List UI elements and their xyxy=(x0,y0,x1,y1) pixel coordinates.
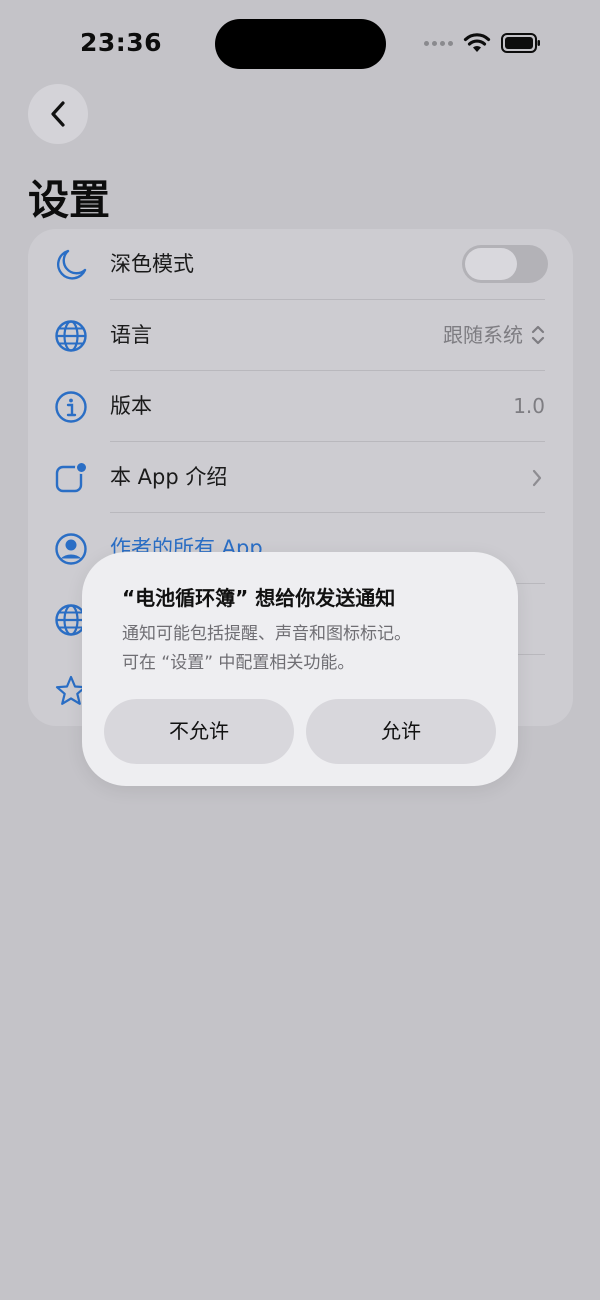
allow-button[interactable]: 允许 xyxy=(306,699,496,764)
version-value: 1.0 xyxy=(513,394,545,418)
alert-title: “电池循环簿” 想给你发送通知 xyxy=(122,586,396,610)
dark-mode-toggle[interactable] xyxy=(462,245,548,283)
toggle-knob xyxy=(465,248,517,280)
back-button[interactable] xyxy=(28,84,88,144)
dynamic-island xyxy=(215,19,386,69)
info-icon xyxy=(55,391,87,423)
alert-message-line: 可在 “设置” 中配置相关功能。 xyxy=(122,653,355,673)
cellular-signal-icon xyxy=(424,40,453,46)
chevron-left-icon xyxy=(51,101,65,127)
setting-label: 本 App 介绍 xyxy=(110,465,228,489)
person-circle-icon xyxy=(55,533,87,565)
chevron-right-icon xyxy=(532,469,542,487)
alert-message-line: 通知可能包括提醒、声音和图标标记。 xyxy=(122,624,411,644)
alert-message: 通知可能包括提醒、声音和图标标记。 可在 “设置” 中配置相关功能。 xyxy=(122,620,492,678)
setting-row-language[interactable]: 语言 跟随系统 xyxy=(28,300,573,371)
chevron-up-down-icon xyxy=(531,325,545,345)
setting-row-dark-mode: 深色模式 xyxy=(28,229,573,300)
setting-label: 语言 xyxy=(110,323,152,347)
status-time: 23:36 xyxy=(80,28,163,57)
setting-row-version: 版本 1.0 xyxy=(28,371,573,442)
globe-icon xyxy=(55,320,87,352)
status-icons xyxy=(424,32,541,54)
notification-permission-alert: “电池循环簿” 想给你发送通知 通知可能包括提醒、声音和图标标记。 可在 “设置… xyxy=(82,552,518,786)
wifi-icon xyxy=(463,33,491,52)
setting-row-app-intro[interactable]: 本 App 介绍 xyxy=(28,442,573,513)
app-badge-icon xyxy=(55,461,88,493)
language-value: 跟随系统 xyxy=(443,323,523,347)
page-title: 设置 xyxy=(28,176,110,224)
moon-icon xyxy=(57,249,87,280)
deny-button[interactable]: 不允许 xyxy=(104,699,294,764)
setting-label: 深色模式 xyxy=(110,252,194,276)
setting-label: 版本 xyxy=(110,394,152,418)
battery-icon xyxy=(501,33,540,53)
